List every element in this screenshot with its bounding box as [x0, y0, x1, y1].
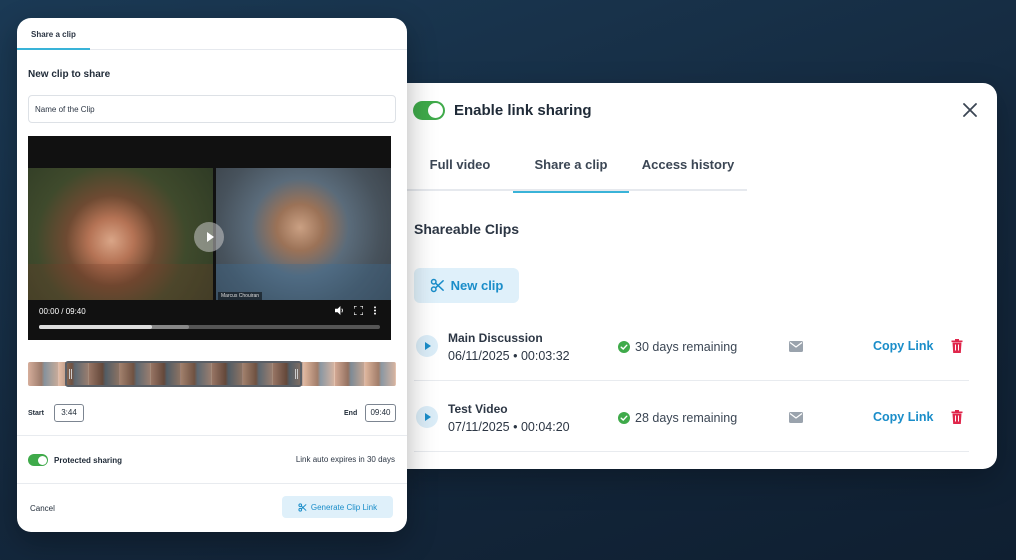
- protected-sharing-toggle[interactable]: [28, 454, 48, 466]
- new-clip-label: New clip: [450, 278, 504, 293]
- video-progress-bar[interactable]: [39, 325, 380, 329]
- clip-date: 07/11/2025 • 00:04:20: [448, 420, 570, 434]
- clip-range-selector[interactable]: [65, 361, 302, 387]
- link-sharing-panel: Enable link sharing Full video Share a c…: [393, 83, 997, 469]
- divider: [17, 483, 407, 484]
- clip-remaining: 28 days remaining: [618, 411, 737, 425]
- shareable-clips-title: Shareable Clips: [414, 221, 520, 237]
- enable-link-sharing-toggle[interactable]: [413, 101, 445, 120]
- participant-name-tag: Marcus Chouiran: [218, 292, 263, 300]
- generate-clip-link-label: Generate Clip Link: [310, 502, 378, 512]
- link-sharing-header: Enable link sharing: [413, 101, 592, 120]
- video-player[interactable]: Marcus Chouiran 00:00 / 09:40: [28, 136, 391, 340]
- check-circle-icon: [618, 341, 630, 353]
- participant-video-left: [28, 168, 213, 300]
- tab-share-a-clip[interactable]: Share a clip: [513, 145, 629, 193]
- tab-access-history[interactable]: Access history: [629, 145, 747, 191]
- new-clip-button[interactable]: New clip: [414, 268, 519, 303]
- filmstrip-unselected-right: [302, 362, 396, 386]
- end-time-input[interactable]: 09:40: [365, 404, 396, 422]
- divider: [17, 435, 407, 436]
- video-play-button[interactable]: [194, 222, 224, 252]
- cancel-button[interactable]: Cancel: [30, 504, 55, 513]
- trash-icon[interactable]: [951, 410, 963, 424]
- start-time-input[interactable]: 3:44: [54, 404, 84, 422]
- copy-link-button[interactable]: Copy Link: [873, 410, 933, 424]
- clip-name-input[interactable]: [28, 95, 396, 123]
- start-label: Start: [28, 410, 44, 417]
- range-start-handle[interactable]: [69, 369, 72, 379]
- more-options-icon[interactable]: [373, 306, 377, 315]
- close-icon[interactable]: [963, 103, 977, 117]
- new-clip-title: New clip to share: [28, 69, 111, 80]
- clip-row: Main Discussion 06/11/2025 • 00:03:32 30…: [414, 311, 969, 381]
- remaining-text: 28 days remaining: [635, 411, 738, 425]
- clip-name: Test Video: [448, 402, 508, 416]
- participant-video-right: [216, 168, 391, 300]
- mail-icon[interactable]: [789, 341, 803, 352]
- check-circle-icon: [618, 412, 630, 424]
- fullscreen-icon[interactable]: [354, 306, 363, 315]
- generate-clip-link-button[interactable]: Generate Clip Link: [282, 496, 393, 518]
- end-label: End: [344, 410, 358, 417]
- clip-date: 06/11/2025 • 00:03:32: [448, 349, 570, 363]
- trash-icon[interactable]: [951, 339, 963, 353]
- link-expiry-text: Link auto expires in 30 days: [295, 455, 395, 464]
- video-progress-played: [39, 325, 152, 329]
- range-end-handle[interactable]: [295, 369, 298, 379]
- clip-name: Main Discussion: [448, 331, 543, 345]
- scissors-icon: [298, 502, 307, 512]
- tab-share-a-clip-small[interactable]: Share a clip: [17, 18, 90, 50]
- video-time: 00:00 / 09:40: [39, 307, 86, 316]
- scissors-icon: [430, 278, 444, 293]
- clip-remaining: 30 days remaining: [618, 340, 737, 354]
- protected-sharing-label: Protected sharing: [54, 455, 123, 465]
- protected-sharing-row: Protected sharing: [28, 454, 122, 466]
- tab-divider: [90, 49, 407, 50]
- play-clip-button[interactable]: [416, 406, 438, 428]
- clip-row: Test Video 07/11/2025 • 00:04:20 28 days…: [414, 382, 969, 452]
- video-controls: [335, 306, 377, 315]
- play-clip-button[interactable]: [416, 335, 438, 357]
- mail-icon[interactable]: [789, 412, 803, 423]
- copy-link-button[interactable]: Copy Link: [873, 339, 933, 353]
- tab-full-video[interactable]: Full video: [407, 145, 513, 191]
- sharing-tabs: Full video Share a clip Access history: [407, 145, 747, 193]
- remaining-text: 30 days remaining: [635, 340, 738, 354]
- volume-icon[interactable]: [335, 306, 344, 315]
- share-clip-panel: Share a clip New clip to share Marcus Ch…: [17, 18, 407, 532]
- filmstrip-unselected-left: [28, 362, 65, 386]
- enable-link-sharing-label: Enable link sharing: [454, 102, 592, 119]
